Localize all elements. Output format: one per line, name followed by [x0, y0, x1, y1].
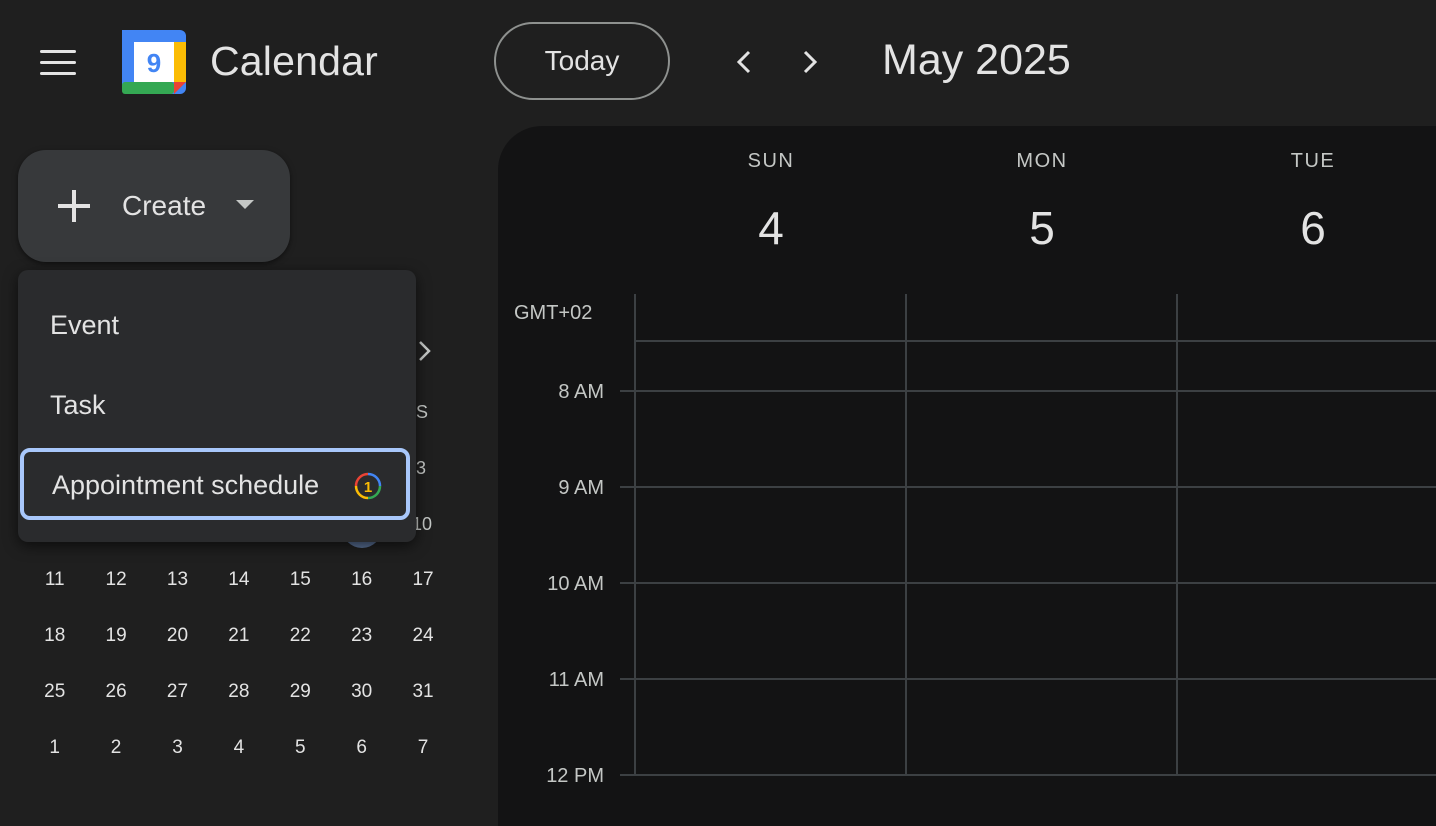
previous-week-button[interactable]	[722, 40, 766, 84]
mini-calendar-day[interactable]: 2	[85, 724, 146, 780]
mini-calendar-weekday-header: S	[416, 402, 429, 422]
next-week-button[interactable]	[788, 40, 832, 84]
menu-item-appointment-schedule[interactable]: Appointment schedule 1	[20, 448, 410, 520]
day-number[interactable]: 5	[907, 201, 1177, 255]
badge-number: 1	[364, 479, 372, 496]
hour-gridline	[620, 390, 1436, 392]
mini-calendar-day[interactable]: 21	[208, 612, 269, 668]
mini-calendar-day[interactable]: 17	[392, 556, 453, 612]
create-button[interactable]: Create	[18, 150, 290, 262]
mini-calendar-day[interactable]: 26	[85, 668, 146, 724]
app-title: Calendar	[210, 38, 378, 84]
mini-calendar-day[interactable]: 1	[24, 724, 85, 780]
hour-gridline	[620, 678, 1436, 680]
mini-calendar-day[interactable]: 31	[392, 668, 453, 724]
mini-calendar-day[interactable]: 15	[270, 556, 331, 612]
mini-calendar-day[interactable]: 4	[208, 724, 269, 780]
mini-calendar-day[interactable]: 27	[147, 668, 208, 724]
mini-calendar-day[interactable]: 20	[147, 612, 208, 668]
hour-label: 8 AM	[558, 381, 604, 403]
day-header-mon[interactable]: MON 5	[907, 150, 1177, 255]
chevron-left-icon	[736, 50, 751, 74]
mini-calendar-day[interactable]: 13	[147, 556, 208, 612]
day-name: TUE	[1290, 150, 1336, 172]
day-number[interactable]: 6	[1178, 201, 1436, 255]
mini-calendar-week: 18 19 20 21 22 23 24	[24, 612, 454, 668]
plus-icon	[58, 190, 90, 222]
today-button[interactable]: Today	[494, 22, 670, 100]
day-header-tue[interactable]: TUE 6	[1178, 150, 1436, 255]
current-month-label: May 2025	[882, 36, 1071, 84]
menu-item-label: Event	[50, 310, 120, 340]
hour-gridline	[620, 486, 1436, 488]
mini-calendar-day[interactable]: 28	[208, 668, 269, 724]
mini-calendar-day[interactable]: 25	[24, 668, 85, 724]
menu-icon-bar	[40, 50, 76, 53]
hour-gridline	[620, 582, 1436, 584]
create-button-label: Create	[122, 190, 207, 221]
mini-calendar-day[interactable]: 12	[85, 556, 146, 612]
chevron-right-icon	[803, 50, 818, 74]
all-day-divider	[636, 340, 1436, 342]
mini-calendar-week: 1 2 3 4 5 6 7	[24, 724, 454, 780]
main-menu-button[interactable]	[30, 38, 86, 88]
mini-calendar-day[interactable]: 23	[331, 612, 392, 668]
grid-column-divider	[1176, 294, 1178, 776]
mini-calendar-day[interactable]: 18	[24, 612, 85, 668]
mini-calendar-week: 25 26 27 28 29 30 31	[24, 668, 454, 724]
day-number[interactable]: 4	[636, 201, 906, 255]
day-name: MON	[1016, 150, 1068, 172]
mini-calendar-grid: 11 12 13 14 15 16 17 18 19 20 21 22 23 2…	[24, 556, 454, 780]
grid-column-divider	[634, 294, 636, 776]
day-name: SUN	[747, 150, 795, 172]
mini-calendar-day[interactable]: 14	[208, 556, 269, 612]
menu-item-task[interactable]: Task	[18, 370, 416, 442]
appointment-badge-icon: 1	[354, 472, 382, 500]
mini-calendar-day[interactable]: 30	[331, 668, 392, 724]
mini-calendar-day[interactable]: 7	[392, 724, 453, 780]
mini-calendar-day[interactable]: 5	[270, 724, 331, 780]
day-header-sun[interactable]: SUN 4	[636, 150, 906, 255]
mini-calendar-day[interactable]: 11	[24, 556, 85, 612]
mini-calendar-day[interactable]: 16	[331, 556, 392, 612]
menu-item-label: Task	[50, 390, 106, 420]
caret-down-icon	[236, 200, 254, 209]
mini-calendar-day[interactable]: 3	[416, 458, 426, 479]
grid-column-divider	[905, 294, 907, 776]
logo-day: 9	[147, 48, 161, 78]
create-dropdown-menu: Event Task Appointment schedule 1	[18, 270, 416, 542]
timezone-label: GMT+02	[514, 302, 593, 324]
menu-item-event[interactable]: Event	[18, 290, 416, 362]
hour-label: 9 AM	[558, 477, 604, 499]
menu-icon-bar	[40, 61, 76, 64]
calendar-logo-icon: 9	[122, 30, 186, 94]
mini-calendar-day[interactable]: 24	[392, 612, 453, 668]
hour-label: 10 AM	[547, 573, 604, 595]
hour-label: 12 PM	[546, 765, 604, 787]
mini-calendar-day[interactable]: 3	[147, 724, 208, 780]
hour-label: 11 AM	[548, 669, 604, 691]
mini-calendar-day[interactable]: 6	[331, 724, 392, 780]
menu-icon-bar	[40, 72, 76, 75]
mini-calendar-week: 11 12 13 14 15 16 17	[24, 556, 454, 612]
mini-calendar-day[interactable]: 19	[85, 612, 146, 668]
mini-calendar-day[interactable]: 22	[270, 612, 331, 668]
mini-calendar-day[interactable]: 29	[270, 668, 331, 724]
menu-item-label: Appointment schedule	[52, 470, 320, 500]
